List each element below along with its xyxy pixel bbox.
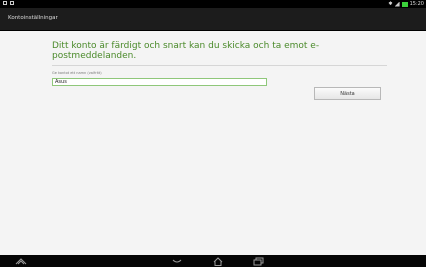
navigation-bar: [0, 255, 426, 267]
divider: [52, 65, 387, 66]
gallery-icon: [10, 1, 14, 5]
status-right: ✱ 15:20: [388, 0, 424, 8]
recent-apps-icon[interactable]: [252, 256, 266, 266]
account-setup-panel: Ditt konto är färdigt och snart kan du s…: [0, 31, 426, 255]
next-button[interactable]: Nästa: [314, 87, 381, 100]
page-title: Kontoinställningar: [8, 15, 58, 21]
account-name-input[interactable]: [52, 78, 267, 86]
notification-icons: [3, 1, 14, 5]
account-name-label: Ge kontot ett namn (valfritt): [52, 71, 102, 75]
notification-icon: [3, 1, 7, 5]
action-bar: Kontoinställningar: [0, 8, 426, 31]
shortcut-icon[interactable]: [14, 256, 28, 266]
clock: 15:20: [409, 1, 424, 7]
setup-complete-heading: Ditt konto är färdigt och snart kan du s…: [52, 41, 320, 61]
status-bar: ✱ 15:20: [0, 0, 426, 8]
bluetooth-icon: ✱: [388, 1, 393, 7]
back-icon[interactable]: [170, 256, 184, 266]
home-icon[interactable]: [211, 256, 225, 266]
wifi-icon: [394, 1, 400, 7]
battery-icon: [401, 1, 408, 7]
